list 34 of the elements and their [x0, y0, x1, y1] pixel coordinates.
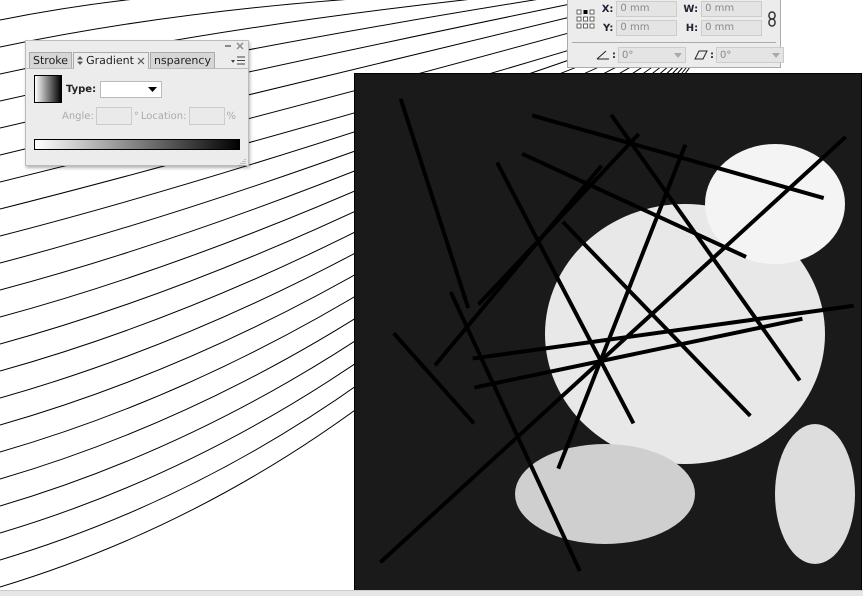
location-field[interactable]: [188, 107, 224, 125]
input-field[interactable]: 0 mm: [616, 1, 678, 17]
input-field[interactable]: 0 mm: [616, 20, 678, 36]
reference-point-icon[interactable]: [576, 8, 596, 28]
panel-tab[interactable]: Stroke: [29, 52, 72, 68]
percent-unit: %: [226, 110, 236, 122]
gradient-swatch[interactable]: [34, 75, 62, 103]
field-label: W:: [683, 4, 698, 14]
close-icon[interactable]: [236, 42, 244, 50]
panel-tab[interactable]: nsparency: [150, 52, 215, 68]
shear-icon: [694, 50, 708, 60]
field-label: H:: [686, 22, 698, 34]
close-icon[interactable]: [136, 56, 145, 64]
resize-grip-icon[interactable]: [238, 158, 246, 166]
caret-icon[interactable]: [148, 86, 158, 92]
sort-arrows-icon: [77, 56, 84, 65]
field-label: X:: [602, 4, 614, 14]
link-icon[interactable]: [768, 10, 776, 26]
field-label: :: [612, 50, 616, 60]
location-label: Location:: [140, 110, 186, 122]
angle-icon: [596, 50, 610, 60]
angle-label: Angle:: [62, 110, 94, 122]
menu-icon[interactable]: [231, 56, 245, 66]
input-field[interactable]: 0 mm: [701, 1, 762, 17]
type-label: Type:: [66, 84, 96, 94]
degree-unit: °: [134, 110, 139, 122]
panel-tab[interactable]: Gradient: [73, 52, 149, 69]
field-label: Y:: [603, 22, 614, 34]
type-dropdown[interactable]: [100, 80, 162, 98]
angle-field[interactable]: [96, 107, 132, 125]
field-label: :: [710, 50, 714, 60]
angle-dropdown[interactable]: 0°: [716, 47, 784, 63]
input-field[interactable]: 0 mm: [701, 20, 762, 36]
angle-dropdown[interactable]: 0°: [618, 47, 686, 63]
